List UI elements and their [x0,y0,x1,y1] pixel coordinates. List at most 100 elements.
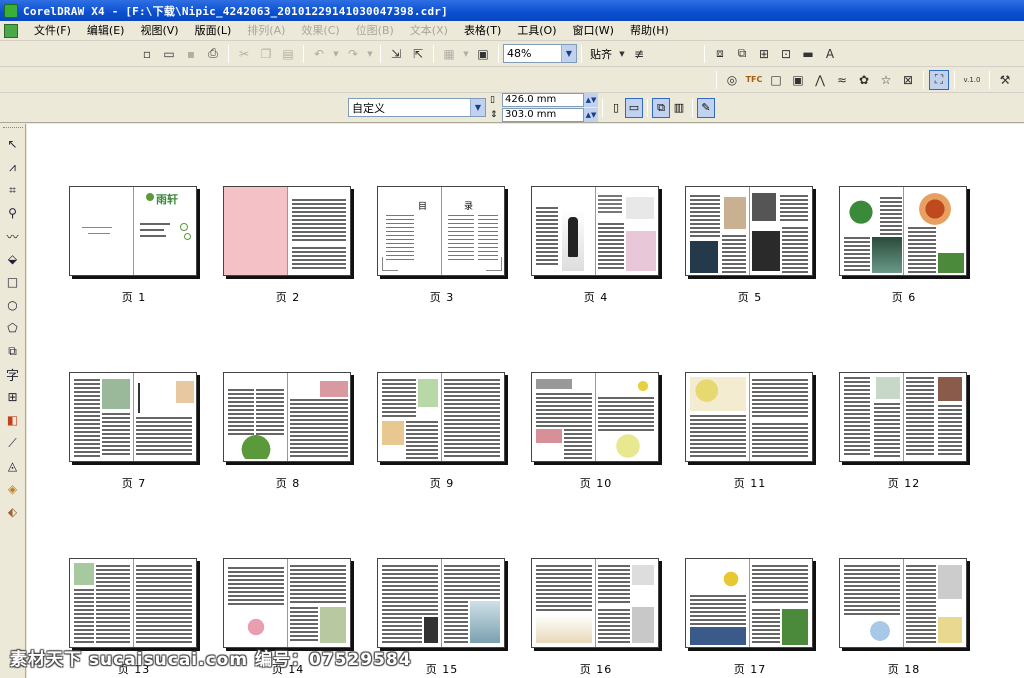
page-thumbnail[interactable] [531,372,661,464]
outline-tool-icon[interactable]: ◬ [3,455,23,477]
page-thumbnail[interactable] [685,186,815,278]
page-thumbnail[interactable] [223,186,353,278]
interactive-fill-tool-icon[interactable]: ⬖ [3,501,23,523]
launcher-dropdown-icon[interactable]: ▼ [461,44,471,64]
redo-icon[interactable]: ↷ [343,44,363,64]
view-icon[interactable]: ⊠ [898,70,918,90]
units-icon[interactable]: ✎ [697,97,715,118]
pick-tool-icon[interactable]: ↖ [3,133,23,155]
all-pages-icon[interactable]: ⧉ [652,97,670,118]
gear-icon[interactable]: ✿ [854,70,874,90]
transform-icon[interactable]: ⧉ [732,44,752,64]
fill-tool-icon[interactable]: ◈ [3,478,23,500]
polygon-tool-icon[interactable]: ⬠ [3,317,23,339]
menu-table[interactable]: 表格(T) [456,22,509,40]
page-thumbnail[interactable] [685,558,815,650]
table-tool-icon[interactable]: ⊞ [3,386,23,408]
star-icon[interactable]: ☆ [876,70,896,90]
toolbox-grip[interactable] [2,127,23,130]
text-tool-icon[interactable]: 字 [3,363,23,385]
chevron-down-icon[interactable]: ▼ [561,45,576,62]
select-frame-icon[interactable]: ⛶ [929,69,949,90]
dimension-icon[interactable]: ▬ [798,44,818,64]
welcome-screen-icon[interactable]: ▣ [473,44,493,64]
page-width-input[interactable]: 426.0 mm [502,93,584,107]
rectangle-tool-icon[interactable]: □ [3,271,23,293]
node-icon[interactable]: ⋀ [810,70,830,90]
frame-filled-icon[interactable]: ▣ [788,70,808,90]
spin-arrows-icon[interactable]: ▲▼ [584,93,598,107]
interactive-blend-tool-icon[interactable]: ◧ [3,409,23,431]
export-icon[interactable]: ⇱ [408,44,428,64]
page-thumbnail[interactable] [839,186,969,278]
document-icon[interactable] [4,23,18,38]
shape-tool-icon[interactable]: ⩘ [3,156,23,178]
basic-shapes-tool-icon[interactable]: ⧉ [3,340,23,362]
freehand-tool-icon[interactable]: 〰 [3,225,23,247]
portrait-orientation-icon[interactable]: ▯ [607,98,625,118]
coreldraw-app-icon[interactable] [4,3,18,18]
text-format-icon[interactable]: A [820,44,840,64]
import-icon[interactable]: ⇲ [386,44,406,64]
page-thumbnail[interactable]: 目 录 [377,186,507,278]
new-document-icon[interactable]: ▫ [137,44,157,64]
options-icon[interactable]: ≢ [629,44,649,64]
menu-text[interactable]: 文本(X) [402,22,456,40]
page-thumbnail[interactable] [531,186,661,278]
menu-arrange[interactable]: 排列(A) [239,22,293,40]
landscape-orientation-icon[interactable]: ▭ [625,97,643,118]
page-height-input[interactable]: 303.0 mm [502,108,584,122]
page-thumbnail[interactable]: 雨轩 [69,186,199,278]
align-center-icon[interactable]: ⊡ [776,44,796,64]
save-icon[interactable]: ▪ [181,44,201,64]
zoom-level-select[interactable]: 48% ▼ [503,44,577,63]
menu-view[interactable]: 视图(V) [132,22,186,40]
paper-type-select[interactable]: 自定义 ▼ [348,98,486,117]
menu-bitmaps[interactable]: 位图(B) [348,22,402,40]
current-page-icon[interactable]: ▥ [670,98,688,118]
page-thumbnail[interactable] [377,558,507,650]
page-thumbnail[interactable] [839,372,969,464]
smart-fill-tool-icon[interactable]: ⬙ [3,248,23,270]
version-badge[interactable]: v.1.0 [960,70,984,90]
snap-to-button[interactable]: 贴齐 [590,46,612,62]
page-thumbnail[interactable] [685,372,815,464]
ellipse-tool-icon[interactable]: ○ [3,294,23,316]
zoom-tool-icon[interactable]: ⚲ [3,202,23,224]
menu-file[interactable]: 文件(F) [26,22,79,40]
page-sorter-canvas[interactable]: 雨轩 目 录 页 1 页 2 页 3 页 4 页 5 页 6 页 7 页 8 页… [27,124,1024,678]
menu-edit[interactable]: 编辑(E) [79,22,133,40]
undo-dropdown-icon[interactable]: ▼ [331,44,341,64]
print-icon[interactable]: ⎙ [203,44,223,64]
frame-icon[interactable]: □ [766,70,786,90]
application-launcher-icon[interactable]: ▦ [439,44,459,64]
menu-window[interactable]: 窗口(W) [565,22,622,40]
redo-dropdown-icon[interactable]: ▼ [365,44,375,64]
menu-layout[interactable]: 版面(L) [187,22,240,40]
page-thumbnail[interactable] [531,558,661,650]
page-thumbnail[interactable] [377,372,507,464]
spin-arrows-icon[interactable]: ▲▼ [584,108,598,122]
page-thumbnail[interactable] [69,558,199,650]
menu-help[interactable]: 帮助(H) [622,22,677,40]
snap-dropdown-icon[interactable]: ▼ [617,44,627,64]
page-thumbnail[interactable] [839,558,969,650]
copy-icon[interactable]: ❐ [256,44,276,64]
crop-tool-icon[interactable]: ⌗ [3,179,23,201]
tfc-icon[interactable]: TFC [744,70,764,90]
tools-icon[interactable]: ⚒ [995,70,1015,90]
undo-icon[interactable]: ↶ [309,44,329,64]
eyedropper-tool-icon[interactable]: ⟋ [3,432,23,454]
grid-layout-icon[interactable]: ⊞ [754,44,774,64]
page-thumbnail[interactable] [69,372,199,464]
menu-tools[interactable]: 工具(O) [509,22,564,40]
wave-icon[interactable]: ≈ [832,70,852,90]
paste-icon[interactable]: ▤ [278,44,298,64]
menu-effects[interactable]: 效果(C) [293,22,347,40]
cut-icon[interactable]: ✂ [234,44,254,64]
chevron-down-icon[interactable]: ▼ [470,99,485,116]
bounding-box-icon[interactable]: ⧈ [710,44,730,64]
open-folder-icon[interactable]: ▭ [159,44,179,64]
page-thumbnail[interactable] [223,372,353,464]
target-icon[interactable]: ◎ [722,70,742,90]
